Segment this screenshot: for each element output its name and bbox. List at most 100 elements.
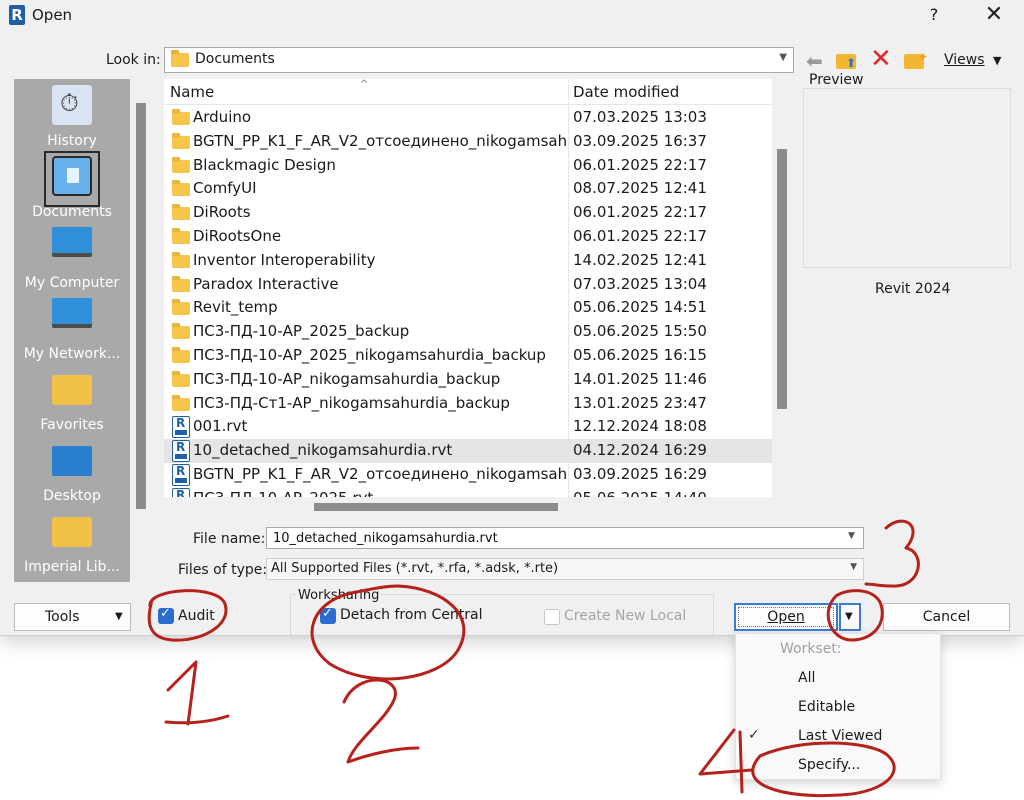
help-button[interactable]: ? <box>922 3 946 27</box>
place-history[interactable]: History <box>14 81 130 153</box>
file-row[interactable]: Paradox Interactive 07.03.2025 13:04 <box>164 273 772 297</box>
chevron-down-icon: ▼ <box>779 52 787 63</box>
file-list-hscrollbar[interactable] <box>164 497 772 517</box>
hscroll-thumb[interactable] <box>314 503 558 511</box>
file-name: Arduino <box>193 108 252 126</box>
look-in-value: Documents <box>195 51 275 67</box>
file-name: 10_detached_nikogamsahurdia.rvt <box>193 441 453 460</box>
audit-checkbox[interactable] <box>158 606 174 624</box>
column-header-name[interactable]: Name <box>170 83 214 101</box>
detach-from-central-label[interactable]: Detach from Central <box>340 607 483 623</box>
place-my-computer[interactable]: My Computer <box>14 223 130 295</box>
up-folder-icon[interactable]: ⬆ <box>836 50 858 70</box>
chevron-down-icon: ▼ <box>845 611 853 622</box>
place-favorites[interactable]: Favorites <box>14 365 130 437</box>
place-label: My Computer <box>24 275 120 291</box>
open-dropdown-button[interactable]: ▼ <box>839 603 861 631</box>
file-row[interactable]: ComfyUI 08.07.2025 12:41 <box>164 177 772 201</box>
file-row[interactable]: DiRoots 06.01.2025 22:17 <box>164 201 772 225</box>
vscroll-thumb[interactable] <box>777 149 787 409</box>
places-scrollbar[interactable] <box>130 79 152 582</box>
place-imperial-lib[interactable]: Imperial Lib... <box>14 507 130 579</box>
file-type-select[interactable]: All Supported Files (*.rvt, *.rfa, *.ads… <box>266 558 864 580</box>
place-label: My Network... <box>23 346 121 362</box>
delete-icon[interactable]: ✕ <box>870 46 892 72</box>
file-row[interactable]: ПС3-ПД-10-АР_2025_nikogamsahurdia_backup… <box>164 344 772 368</box>
file-name: ПС3-ПД-10-АР_nikogamsahurdia_backup <box>193 369 501 388</box>
file-row[interactable]: DiRootsOne 06.01.2025 22:17 <box>164 225 772 249</box>
file-row[interactable]: Arduino 07.03.2025 13:03 <box>164 106 772 130</box>
folder-icon <box>172 132 190 149</box>
workset-menu: Workset: All Editable ✓ Last Viewed Spec… <box>735 633 941 780</box>
preview-area <box>803 88 1011 268</box>
file-list-vscrollbar[interactable] <box>772 79 792 497</box>
file-date: 12.12.2024 18:08 <box>573 417 707 436</box>
column-header-date[interactable]: Date modified <box>573 83 679 101</box>
detach-from-central-checkbox[interactable] <box>320 606 336 624</box>
revit-file-icon <box>172 440 190 463</box>
revit-file-icon <box>172 487 190 497</box>
file-type-label: Files of type: <box>178 562 268 578</box>
menu-item-all[interactable]: All <box>736 665 942 693</box>
list-header: Name ^ Date modified <box>164 79 772 105</box>
file-name: ComfyUI <box>193 179 257 198</box>
file-name: DiRoots <box>193 203 251 222</box>
look-in-combo[interactable]: Documents ▼ <box>164 47 794 73</box>
file-date: 06.01.2025 22:17 <box>573 203 707 222</box>
close-button[interactable]: ✕ <box>980 2 1008 30</box>
file-row[interactable]: ПС3-ПД-Ст1-АР_nikogamsahurdia_backup 13.0… <box>164 392 772 416</box>
look-in-label: Look in: <box>106 52 161 68</box>
sort-ascending-icon: ^ <box>360 79 369 90</box>
menu-item-editable[interactable]: Editable <box>736 694 942 722</box>
revit-file-icon <box>172 464 190 486</box>
open-dialog: R Open ? ✕ Look in: Documents ▼ ⬅ ⬆ ✕ ✦ … <box>0 0 1024 638</box>
file-row[interactable]: Revit_temp 05.06.2025 14:51 <box>164 296 772 320</box>
file-date: 07.03.2025 13:04 <box>573 274 707 293</box>
folder-icon <box>172 394 190 411</box>
tools-button[interactable]: Tools ▼ <box>14 603 131 631</box>
file-row[interactable]: BGTN_PP_K1_F_AR_V2_отсоединено_nikogamsa… <box>164 130 772 154</box>
folder-icon <box>172 323 190 340</box>
new-folder-icon[interactable]: ✦ <box>904 50 928 70</box>
create-new-local-label: Create New Local <box>564 608 687 624</box>
views-dropdown-icon[interactable]: ▼ <box>993 54 1001 67</box>
file-name: Revit_temp <box>193 298 278 317</box>
version-label: Revit 2024 <box>875 281 951 297</box>
menu-item-specify[interactable]: Specify... <box>736 752 942 780</box>
open-button[interactable]: Open <box>734 603 838 631</box>
file-name: Inventor Interoperability <box>193 250 376 269</box>
file-name: 001.rvt <box>193 417 248 436</box>
place-desktop[interactable]: Desktop <box>14 436 130 508</box>
file-date: 04.12.2024 16:29 <box>573 441 707 460</box>
audit-label[interactable]: Audit <box>178 608 215 624</box>
place-my-network[interactable]: My Network... <box>14 294 130 366</box>
file-row[interactable]: ПС3-ПД-10-АР_nikogamsahurdia_backup 14.01… <box>164 368 772 392</box>
folder-icon <box>172 228 190 244</box>
workset-menu-heading: Workset: <box>780 641 842 657</box>
file-date: 05.06.2025 15:50 <box>573 322 707 341</box>
create-new-local-checkbox[interactable] <box>544 609 560 625</box>
file-row[interactable]: 001.rvt 12.12.2024 18:08 <box>164 415 772 439</box>
file-row[interactable]: BGTN_PP_K1_F_AR_V2_отсоединено_nikogamsa… <box>164 463 772 487</box>
folder-icon <box>172 180 190 197</box>
back-arrow-icon[interactable]: ⬅ <box>806 51 828 71</box>
places-sidebar: HistoryDocumentsMy ComputerMy Network...… <box>14 79 130 582</box>
file-name-dropdown-icon[interactable]: ▼ <box>848 531 855 541</box>
file-row[interactable]: ПС3-ПД-10-АР_2025_backup 05.06.2025 15:50 <box>164 320 772 344</box>
folder-icon <box>172 347 190 363</box>
file-row[interactable]: Inventor Interoperability 14.02.2025 12:4… <box>164 249 772 273</box>
file-date: 05.06.2025 14:40 <box>573 489 707 497</box>
folder-icon <box>172 299 190 316</box>
places-scroll-thumb[interactable] <box>136 103 146 509</box>
file-date: 08.07.2025 12:41 <box>573 179 707 198</box>
file-row[interactable]: Blackmagic Design 06.01.2025 22:17 <box>164 154 772 178</box>
cancel-button[interactable]: Cancel <box>883 603 1010 631</box>
folder-icon <box>172 251 190 268</box>
menu-item-last-viewed[interactable]: ✓ Last Viewed <box>736 723 942 751</box>
file-name-input[interactable] <box>266 527 864 549</box>
views-button[interactable]: Views <box>944 52 985 68</box>
file-row[interactable]: 10_detached_nikogamsahurdia.rvt 04.12.202… <box>164 439 772 464</box>
file-date: 06.01.2025 22:17 <box>573 155 707 174</box>
file-date: 03.09.2025 16:29 <box>573 465 707 483</box>
file-row[interactable]: ПС3-ПД-10-АР_2025.rvt 05.06.2025 14:40 <box>164 487 772 497</box>
